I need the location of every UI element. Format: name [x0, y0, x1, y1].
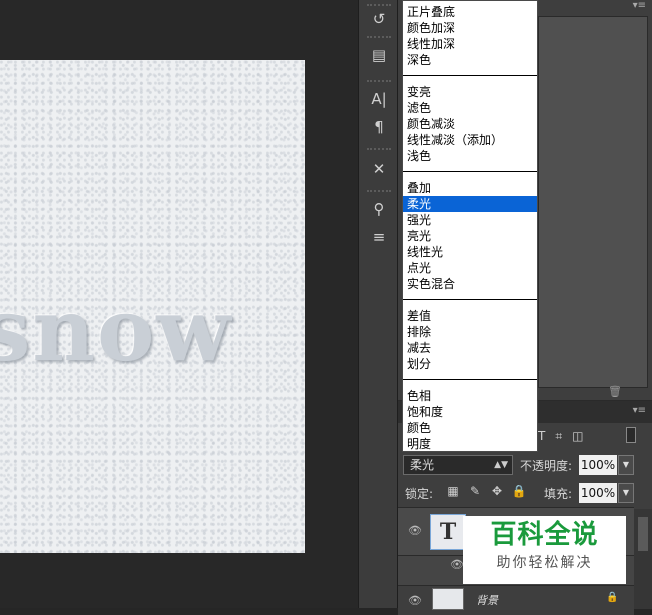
- lock-transparent-icon[interactable]: ▦: [442, 484, 464, 498]
- blend-mode-option[interactable]: 深色: [403, 52, 537, 68]
- effects-eye-icon[interactable]: 👁: [450, 558, 464, 571]
- blend-mode-option[interactable]: 正片叠底: [403, 4, 537, 20]
- brushes-icon[interactable]: ⚲: [365, 198, 393, 220]
- blend-mode-value: 柔光: [410, 458, 435, 472]
- shape-filter-icon[interactable]: ⌗: [555, 429, 562, 444]
- history-icon[interactable]: ↺: [365, 8, 393, 30]
- fill-dropdown-button[interactable]: ▼: [618, 483, 634, 503]
- visibility-eye-icon[interactable]: 👁: [408, 524, 422, 537]
- blend-mode-option[interactable]: 线性加深: [403, 36, 537, 52]
- blend-mode-option[interactable]: 浅色: [403, 148, 537, 164]
- snow-text: snow: [0, 280, 233, 381]
- opacity-label: 不透明度:: [520, 459, 573, 473]
- lock-all-icon[interactable]: 🔒: [508, 484, 530, 498]
- panel-icon-toolbar: ↺ ▤ A| ¶ ✕ ⚲ ≡: [358, 0, 398, 608]
- select-arrow-icon: ▲▼: [494, 460, 508, 470]
- blend-mode-option[interactable]: 实色混合: [403, 276, 537, 292]
- tools-icon[interactable]: ✕: [365, 158, 393, 180]
- blend-mode-option[interactable]: 差值: [403, 308, 537, 324]
- background-layer-name: 背景: [476, 594, 498, 607]
- toolbar-divider: [367, 4, 391, 6]
- menu-separator: [403, 75, 537, 76]
- blend-mode-option[interactable]: 颜色: [403, 420, 537, 436]
- blend-mode-option[interactable]: 点光: [403, 260, 537, 276]
- scrollbar-thumb[interactable]: [638, 517, 648, 551]
- lock-label: 锁定:: [405, 487, 434, 501]
- blend-mode-option[interactable]: 色相: [403, 388, 537, 404]
- lock-image-icon[interactable]: ✎: [464, 484, 486, 498]
- layer-comps-icon[interactable]: ▤: [365, 44, 393, 66]
- blend-mode-option[interactable]: 减去: [403, 340, 537, 356]
- panel-menu-icon[interactable]: ▾≡: [633, 405, 646, 416]
- toolbar-divider: [367, 148, 391, 150]
- blend-mode-option[interactable]: 滤色: [403, 100, 537, 116]
- snow-image: snow: [0, 60, 305, 553]
- blend-mode-option[interactable]: 线性减淡（添加）: [403, 132, 537, 148]
- fill-label: 填充:: [544, 487, 573, 501]
- opacity-input[interactable]: 100%: [579, 455, 617, 475]
- blend-mode-option[interactable]: 线性光: [403, 244, 537, 260]
- watermark-title: 百科全说: [490, 520, 599, 550]
- blend-mode-option[interactable]: 强光: [403, 212, 537, 228]
- lock-position-icon[interactable]: ✥: [486, 484, 508, 498]
- toolbar-divider: [367, 36, 391, 38]
- watermark-subtitle: 助你轻松解决: [496, 555, 593, 571]
- blend-mode-option[interactable]: 颜色减淡: [403, 116, 537, 132]
- layer-filter-icons: T ⌗ ◫: [538, 429, 593, 444]
- blend-mode-select[interactable]: 柔光 ▲▼: [403, 455, 513, 475]
- lock-icon: 🔒: [606, 592, 619, 603]
- paragraph-icon[interactable]: ¶: [365, 116, 393, 138]
- character-icon[interactable]: A|: [365, 88, 393, 110]
- smart-object-filter-icon[interactable]: ◫: [572, 429, 583, 443]
- menu-separator: [403, 171, 537, 172]
- background-layer-row[interactable]: 👁 背景 🔒: [398, 585, 634, 615]
- panel-content-area: [538, 16, 648, 388]
- filter-toggle[interactable]: [626, 427, 636, 443]
- panel-menu-icon[interactable]: ▾≡: [633, 0, 646, 11]
- lock-options: ▦ ✎ ✥ 🔒: [442, 484, 530, 498]
- blend-mode-option[interactable]: 排除: [403, 324, 537, 340]
- opacity-dropdown-button[interactable]: ▼: [618, 455, 634, 475]
- blend-mode-option[interactable]: 亮光: [403, 228, 537, 244]
- toolbar-divider: [367, 80, 391, 82]
- fill-input[interactable]: 100%: [579, 483, 617, 503]
- blend-mode-option[interactable]: 颜色加深: [403, 20, 537, 36]
- type-filter-icon[interactable]: T: [538, 429, 545, 443]
- menu-separator: [403, 379, 537, 380]
- toolbar-divider: [367, 190, 391, 192]
- blend-mode-dropdown: 正片叠底 颜色加深 线性加深 深色变亮 滤色 颜色减淡 线性减淡（添加） 浅色叠加 柔光 强光 亮光…: [402, 0, 538, 452]
- blend-mode-option[interactable]: 划分: [403, 356, 537, 372]
- menu-separator: [403, 299, 537, 300]
- blend-mode-option[interactable]: 明度: [403, 436, 537, 452]
- blend-mode-option[interactable]: 叠加: [403, 180, 537, 196]
- trash-icon[interactable]: 🗑: [608, 385, 622, 398]
- blend-mode-option[interactable]: 饱和度: [403, 404, 537, 420]
- document-canvas-area[interactable]: snow: [0, 0, 358, 608]
- visibility-eye-icon[interactable]: 👁: [408, 594, 422, 607]
- watermark-logo: 百科全说 助你轻松解决: [463, 516, 626, 584]
- blend-mode-option[interactable]: 柔光: [403, 196, 537, 212]
- layers-scrollbar[interactable]: [634, 509, 652, 609]
- blend-mode-option[interactable]: 变亮: [403, 84, 537, 100]
- background-layer-thumbnail: [432, 588, 464, 610]
- text-layer-thumbnail: T: [430, 514, 466, 550]
- adjust-icon[interactable]: ≡: [365, 226, 393, 248]
